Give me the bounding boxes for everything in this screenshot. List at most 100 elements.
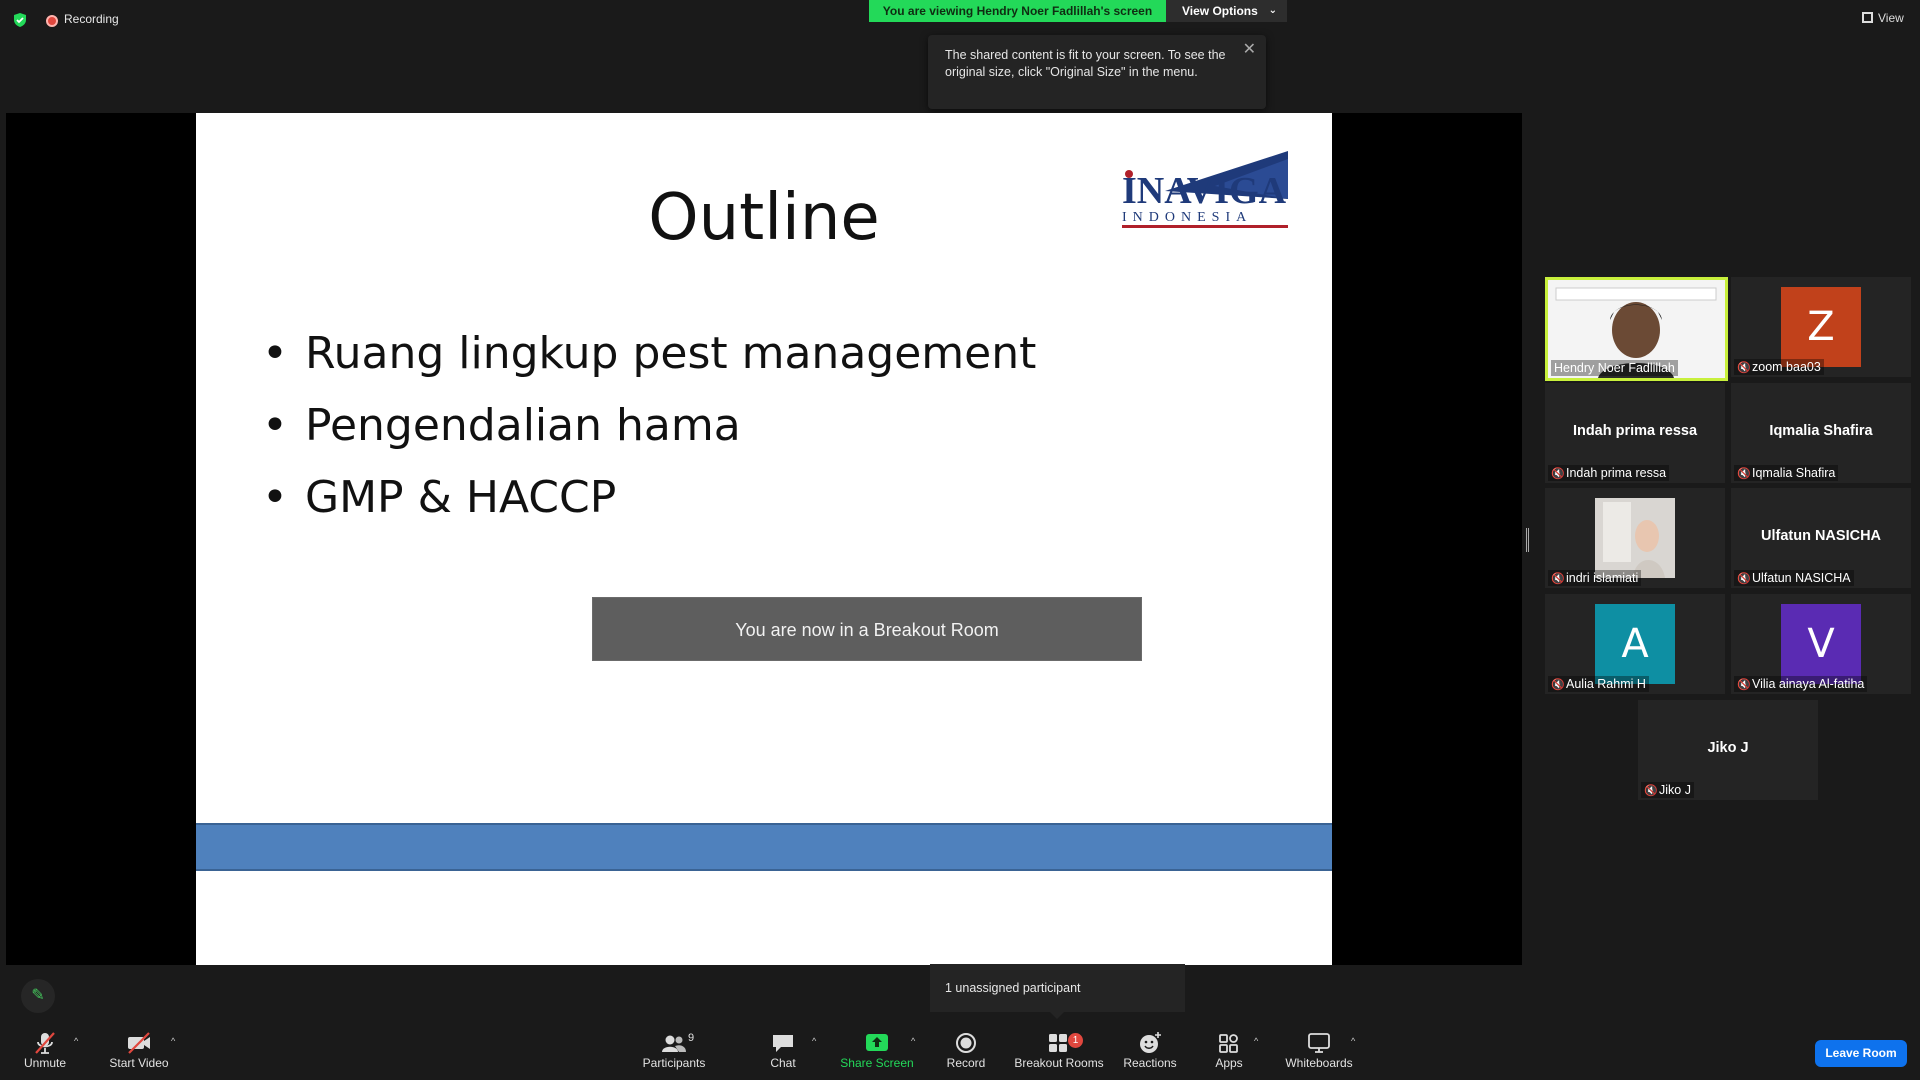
chat-button[interactable]: Chat [766, 1030, 800, 1080]
participant-name: 🔇Indah prima ressa [1548, 465, 1670, 481]
top-bar: Recording You are viewing Hendry Noer Fa… [0, 0, 1920, 40]
share-screen-icon [866, 1034, 888, 1051]
whiteboard-icon [1308, 1033, 1330, 1053]
recording-icon [46, 15, 58, 27]
start-video-button[interactable]: Start Video [104, 1030, 174, 1080]
slide-bullets: Ruang lingkup pest management Pengendali… [262, 318, 1036, 534]
muted-mic-icon: 🔇 [1551, 573, 1565, 585]
panel-resize-handle[interactable] [1526, 528, 1529, 552]
participant-tile[interactable]: 🔇indri islamiati [1545, 488, 1725, 588]
participant-center-name: Iqmalia Shafira [1769, 423, 1873, 439]
participant-tile[interactable]: A 🔇Aulia Rahmi H [1545, 594, 1725, 694]
apps-options-caret[interactable]: ^ [1254, 1036, 1258, 1046]
participants-count: 9 [688, 1032, 695, 1044]
share-screen-label: Share Screen [840, 1056, 914, 1070]
reactions-button[interactable]: Reactions [1122, 1030, 1178, 1080]
view-label: View [1878, 11, 1904, 25]
viewing-screen-banner: You are viewing Hendry Noer Fadlillah's … [869, 0, 1166, 22]
security-shield-icon[interactable] [12, 12, 28, 28]
presentation-slide: Outline INAVIGA INDONESIA Ruang lingkup … [196, 113, 1332, 965]
whiteboards-options-caret[interactable]: ^ [1351, 1036, 1355, 1046]
participants-icon [662, 1035, 686, 1052]
view-options-label: View Options [1182, 4, 1258, 18]
participant-center-name: Indah prima ressa [1572, 423, 1698, 439]
breakout-rooms-button[interactable]: 1 Breakout Rooms [1013, 1030, 1105, 1080]
muted-mic-icon: 🔇 [1551, 679, 1565, 691]
participant-name: 🔇Iqmalia Shafira [1734, 465, 1839, 481]
record-label: Record [946, 1056, 986, 1070]
participant-center-name: Jiko J [1707, 740, 1749, 756]
muted-microphone-icon [35, 1032, 55, 1054]
layout-icon [1862, 12, 1873, 23]
participant-tile[interactable]: Hendry Noer Fadlillah [1545, 277, 1728, 381]
avatar: V [1781, 604, 1861, 684]
share-screen-button[interactable]: Share Screen [838, 1030, 916, 1080]
view-options-button[interactable]: View Options ⌄ [1166, 0, 1287, 22]
participant-tile[interactable]: Ulfatun NASICHA 🔇Ulfatun NASICHA [1731, 488, 1911, 588]
apps-icon [1219, 1034, 1238, 1053]
muted-mic-icon: 🔇 [1551, 468, 1565, 480]
start-video-label: Start Video [109, 1056, 169, 1070]
participant-name: 🔇Vilia ainaya Al-fatiha [1734, 676, 1868, 692]
record-icon [956, 1033, 976, 1053]
participants-button[interactable]: 9 Participants [641, 1030, 707, 1080]
bullet-item: Pengendalian hama [262, 390, 1036, 462]
video-off-icon [128, 1032, 150, 1054]
view-layout-button[interactable]: View [1862, 11, 1904, 25]
participant-name: 🔇Ulfatun NASICHA [1734, 570, 1854, 586]
chat-label: Chat [770, 1056, 796, 1070]
reactions-label: Reactions [1123, 1056, 1177, 1070]
participant-tile[interactable]: V 🔇Vilia ainaya Al-fatiha [1731, 594, 1911, 694]
share-options-caret[interactable]: ^ [911, 1036, 915, 1046]
breakout-room-toast: You are now in a Breakout Room [592, 597, 1142, 661]
breakout-badge: 1 [1068, 1033, 1083, 1048]
muted-mic-icon: 🔇 [1737, 362, 1751, 374]
audio-options-caret[interactable]: ^ [74, 1036, 78, 1046]
muted-mic-icon: 🔇 [1737, 573, 1751, 585]
avatar: A [1595, 604, 1675, 684]
inaviga-logo: INAVIGA INDONESIA [1122, 151, 1288, 228]
svg-text:INDONESIA: INDONESIA [1122, 210, 1252, 225]
record-button[interactable]: Record [945, 1030, 987, 1080]
reactions-icon [1140, 1032, 1161, 1053]
pencil-icon: ✎ [31, 987, 45, 1004]
participant-tile[interactable]: Jiko J 🔇Jiko J [1638, 700, 1818, 800]
fit-to-screen-tooltip: The shared content is fit to your screen… [928, 35, 1266, 109]
slide-footer-band [196, 823, 1332, 871]
tooltip-text: The shared content is fit to your screen… [945, 48, 1226, 79]
participant-name: 🔇Aulia Rahmi H [1548, 676, 1649, 692]
participant-tile[interactable]: Z 🔇zoom baa03 [1731, 277, 1911, 377]
bullet-item: Ruang lingkup pest management [262, 318, 1036, 390]
participant-tile[interactable]: Indah prima ressa 🔇Indah prima ressa [1545, 383, 1725, 483]
muted-mic-icon: 🔇 [1644, 785, 1658, 797]
video-options-caret[interactable]: ^ [171, 1036, 175, 1046]
avatar: Z [1781, 287, 1861, 367]
participant-center-name: Ulfatun NASICHA [1760, 528, 1882, 544]
chevron-down-icon: ⌄ [1268, 5, 1277, 16]
participants-label: Participants [642, 1056, 706, 1070]
whiteboards-label: Whiteboards [1285, 1056, 1353, 1070]
profile-photo [1595, 498, 1675, 578]
muted-mic-icon: 🔇 [1737, 679, 1751, 691]
muted-mic-icon: 🔇 [1737, 468, 1751, 480]
participant-name: 🔇Jiko J [1641, 782, 1694, 798]
unassigned-participant-tooltip: 1 unassigned participant [930, 964, 1185, 1019]
chat-icon [773, 1035, 793, 1052]
chat-options-caret[interactable]: ^ [812, 1036, 816, 1046]
svg-text:INAVIGA: INAVIGA [1122, 170, 1287, 212]
annotate-pen-button[interactable]: ✎ [21, 979, 55, 1013]
apps-button[interactable]: Apps [1212, 1030, 1246, 1080]
apps-label: Apps [1215, 1056, 1243, 1070]
recording-label: Recording [64, 12, 119, 26]
leave-room-button[interactable]: Leave Room [1815, 1040, 1907, 1067]
unmute-button[interactable]: Unmute [18, 1030, 72, 1080]
participant-name: Hendry Noer Fadlillah [1551, 360, 1678, 376]
close-icon[interactable]: ✕ [1243, 41, 1256, 58]
participant-tile[interactable]: Iqmalia Shafira 🔇Iqmalia Shafira [1731, 383, 1911, 483]
whiteboards-button[interactable]: Whiteboards [1283, 1030, 1355, 1080]
bullet-item: GMP & HACCP [262, 462, 1036, 534]
unmute-label: Unmute [23, 1056, 67, 1070]
participant-name: 🔇indri islamiati [1548, 570, 1642, 586]
breakout-rooms-label: Breakout Rooms [1014, 1056, 1104, 1070]
participant-name: 🔇zoom baa03 [1734, 359, 1824, 375]
